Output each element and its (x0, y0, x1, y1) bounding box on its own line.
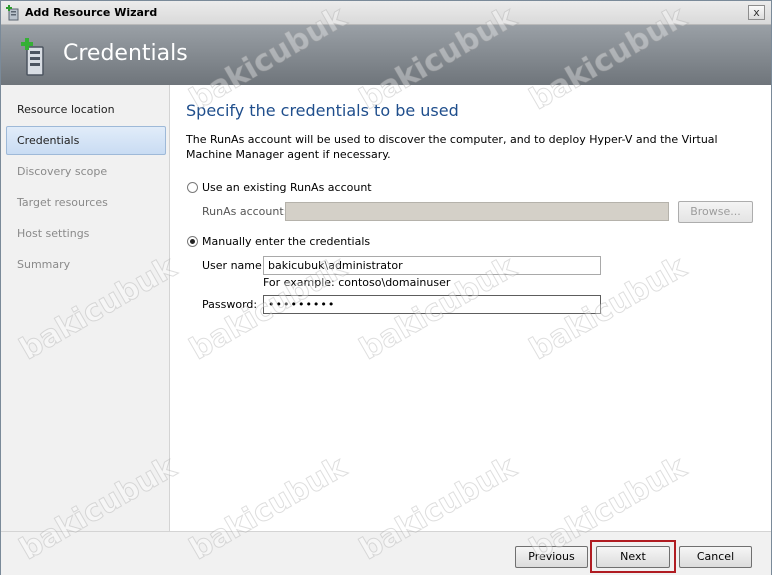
banner-heading: Credentials (63, 41, 188, 66)
server-add-icon (21, 38, 44, 76)
existing-runas-label[interactable]: Use an existing RunAs account (202, 181, 372, 194)
password-input[interactable]: ••••••••• (263, 295, 601, 314)
cancel-button[interactable]: Cancel (679, 546, 752, 568)
username-input[interactable]: bakicubuk\administrator (263, 256, 601, 275)
wizard-footer: Previous Next Cancel (1, 531, 771, 575)
manual-credentials-label[interactable]: Manually enter the credentials (202, 235, 370, 248)
title-bar[interactable]: Add Resource Wizard x (1, 1, 771, 25)
step-resource-location[interactable]: Resource location (6, 95, 166, 124)
close-icon: x (753, 6, 760, 19)
app-icon (6, 5, 19, 21)
step-credentials[interactable]: Credentials (6, 126, 166, 155)
window-title: Add Resource Wizard (25, 6, 158, 19)
main-panel: Specify the credentials to be used The R… (171, 85, 771, 531)
step-target-resources: Target resources (17, 196, 108, 209)
existing-runas-radio[interactable] (187, 182, 198, 193)
step-discovery-scope: Discovery scope (17, 165, 108, 178)
step-summary: Summary (17, 258, 71, 271)
browse-button: Browse... (678, 201, 753, 223)
close-button[interactable]: x (748, 5, 765, 20)
username-example-text: For example: contoso\domainuser (263, 276, 451, 289)
previous-button[interactable]: Previous (515, 546, 588, 568)
step-host-settings: Host settings (17, 227, 90, 240)
page-title: Specify the credentials to be used (186, 101, 459, 120)
runas-account-label: RunAs account: (202, 205, 288, 218)
password-label: Password: (202, 298, 258, 311)
header-banner: Credentials (1, 25, 771, 85)
next-button[interactable]: Next (596, 546, 670, 568)
page-description: The RunAs account will be used to discov… (186, 133, 718, 161)
add-resource-wizard-window: Add Resource Wizard x Credentials Resour… (0, 0, 772, 575)
runas-account-field (285, 202, 669, 221)
wizard-steps-sidebar: Resource location Credentials Discovery … (1, 85, 170, 531)
manual-credentials-radio[interactable] (187, 236, 198, 247)
username-label: User name: (202, 259, 266, 272)
